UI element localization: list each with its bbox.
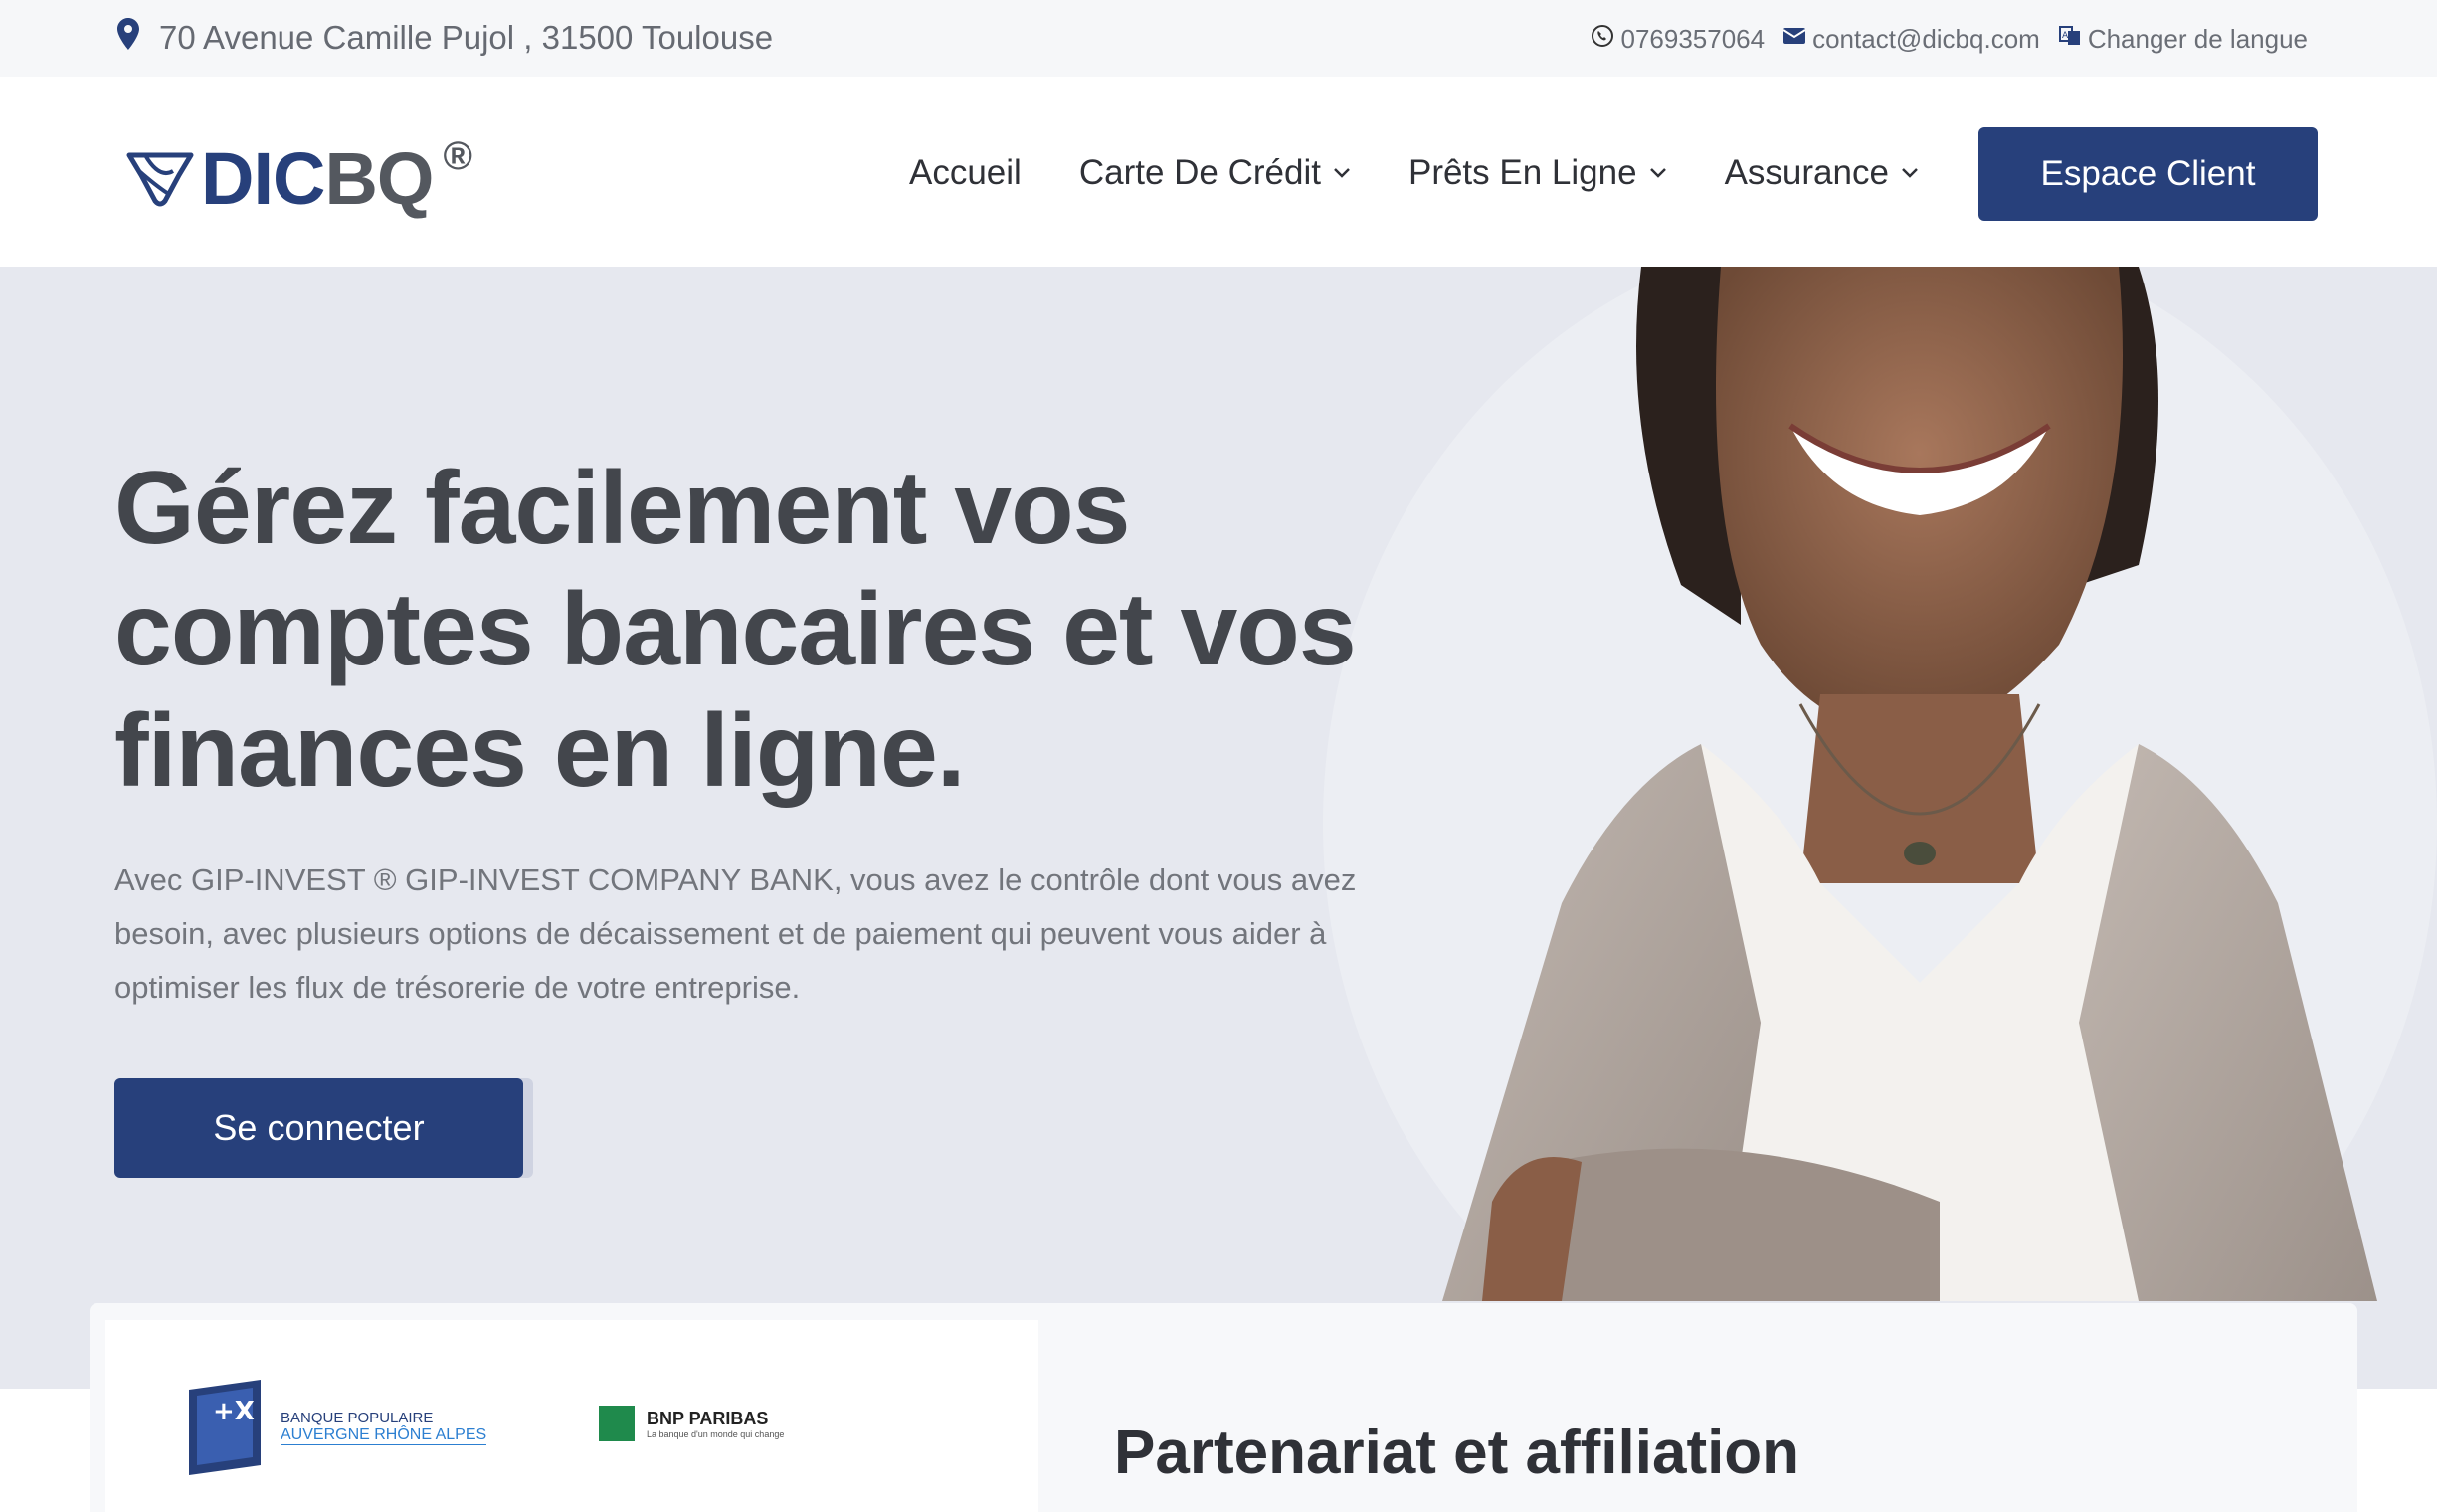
- language-switch[interactable]: A Changer de langue: [2058, 24, 2308, 55]
- logo-mark-icon: [125, 141, 195, 216]
- partner-logos-panel: +X BANQUE POPULAIRE AUVERGNE RHÔNE ALPES…: [105, 1320, 1038, 1512]
- chevron-down-icon: [1649, 168, 1666, 178]
- nav-item-accueil[interactable]: Accueil: [909, 153, 1022, 193]
- email-link[interactable]: contact@dicbq.com: [1782, 24, 2040, 55]
- hero-section: Gérez facilement vos comptes bancaires e…: [0, 267, 2437, 1389]
- brand-logo[interactable]: DICBQ ®: [125, 134, 472, 221]
- banque-populaire-logo: +X BANQUE POPULAIRE AUVERGNE RHÔNE ALPES: [183, 1380, 487, 1475]
- partner-section: +X BANQUE POPULAIRE AUVERGNE RHÔNE ALPES…: [90, 1303, 2357, 1512]
- registered-mark: ®: [443, 134, 472, 178]
- top-bar: 70 Avenue Camille Pujol , 31500 Toulouse…: [0, 0, 2437, 77]
- main-navbar: DICBQ ® Accueil Carte De Crédit Prêts En…: [0, 77, 2437, 267]
- nav-item-prets-en-ligne[interactable]: Prêts En Ligne: [1408, 153, 1667, 193]
- chevron-down-icon: [1902, 168, 1918, 178]
- envelope-icon: [1782, 24, 1806, 55]
- nav-item-label: Assurance: [1724, 153, 1889, 192]
- bnp-name: BNP PARIBAS: [647, 1408, 769, 1428]
- nav-item-label: Prêts En Ligne: [1407, 153, 1637, 192]
- nav-item-label: Accueil: [909, 153, 1022, 192]
- brand-name: DICBQ: [201, 137, 434, 220]
- nav-menu: Accueil Carte De Crédit Prêts En Ligne A…: [909, 148, 1919, 198]
- svg-text:A: A: [2062, 31, 2069, 41]
- banque-populaire-region: AUVERGNE RHÔNE ALPES: [281, 1426, 487, 1445]
- svg-text:+X: +X: [213, 1397, 255, 1426]
- nav-item-carte-de-credit[interactable]: Carte De Crédit: [1079, 153, 1351, 193]
- hero-woman-photo: [1323, 267, 2437, 1389]
- whatsapp-icon: [1591, 24, 1614, 55]
- banque-populaire-name: BANQUE POPULAIRE: [281, 1410, 434, 1426]
- contact-links: 0769357064 contact@dicbq.com A Changer d…: [1591, 24, 2308, 55]
- hero-description: Avec GIP-INVEST ® GIP-INVEST COMPANY BAN…: [114, 862, 1357, 1005]
- partner-section-title: Partenariat et affiliation: [1114, 1418, 1800, 1487]
- bnp-star-icon: [599, 1406, 635, 1441]
- email-text: contact@dicbq.com: [1812, 24, 2040, 54]
- address: 70 Avenue Camille Pujol , 31500 Toulouse: [117, 18, 773, 58]
- translate-icon: A: [2058, 24, 2082, 55]
- login-button[interactable]: Se connecter: [114, 1078, 523, 1178]
- espace-client-button[interactable]: Espace Client: [1978, 127, 2318, 221]
- bnp-paribas-logo: BNP PARIBAS La banque d'un monde qui cha…: [599, 1406, 784, 1441]
- address-text: 70 Avenue Camille Pujol , 31500 Toulouse: [159, 19, 774, 56]
- language-text: Changer de langue: [2087, 24, 2308, 54]
- nav-item-label: Carte De Crédit: [1078, 153, 1321, 192]
- bnp-tagline: La banque d'un monde qui change: [647, 1428, 785, 1439]
- chevron-down-icon: [1334, 168, 1350, 178]
- phone-link[interactable]: 0769357064: [1591, 24, 1765, 55]
- hero-title: Gérez facilement vos comptes bancaires e…: [114, 451, 1357, 809]
- location-pin-icon: [117, 18, 139, 58]
- nav-item-assurance[interactable]: Assurance: [1725, 153, 1919, 193]
- phone-text: 0769357064: [1620, 24, 1766, 54]
- banque-populaire-emblem-icon: +X: [189, 1380, 261, 1475]
